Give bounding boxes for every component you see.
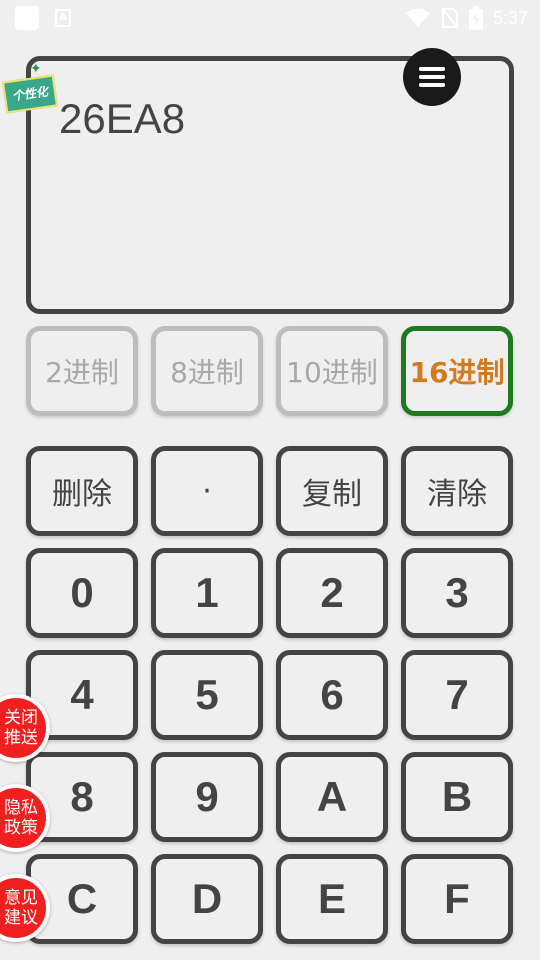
key-5[interactable]: 5 xyxy=(151,650,263,740)
key-6[interactable]: 6 xyxy=(276,650,388,740)
key-9[interactable]: 9 xyxy=(151,752,263,842)
clear-button[interactable]: 清除 xyxy=(401,446,513,536)
battery-charging-icon xyxy=(468,6,483,30)
key-3[interactable]: 3 xyxy=(401,548,513,638)
key-a[interactable]: A xyxy=(276,752,388,842)
copy-button[interactable]: 复制 xyxy=(276,446,388,536)
menu-icon xyxy=(419,63,445,91)
privacy-policy-label: 隐私 政策 xyxy=(4,798,38,838)
key-f[interactable]: F xyxy=(401,854,513,944)
display-value: 26EA8 xyxy=(59,95,186,142)
personalize-badge[interactable]: ✦ 个性化 xyxy=(2,62,58,114)
key-d[interactable]: D xyxy=(151,854,263,944)
status-time: 5:37 xyxy=(492,7,528,28)
base-10-button[interactable]: 10进制 xyxy=(276,326,388,416)
key-0[interactable]: 0 xyxy=(26,548,138,638)
notification-app-icon xyxy=(15,6,39,30)
sparkle-icon: ✦ xyxy=(30,61,42,77)
key-b[interactable]: B xyxy=(401,752,513,842)
wifi-icon xyxy=(405,8,430,27)
close-push-label: 关闭 推送 xyxy=(4,708,38,748)
key-1[interactable]: 1 xyxy=(151,548,263,638)
base-16-button[interactable]: 16进制 xyxy=(401,326,513,416)
personalize-badge-label: 个性化 xyxy=(2,74,58,114)
delete-button[interactable]: 删除 xyxy=(26,446,138,536)
base-2-button[interactable]: 2进制 xyxy=(26,326,138,416)
no-sim-icon xyxy=(441,7,459,29)
key-2[interactable]: 2 xyxy=(276,548,388,638)
key-e[interactable]: E xyxy=(276,854,388,944)
menu-button[interactable] xyxy=(403,48,461,106)
status-bar: A 5:37 xyxy=(0,0,540,36)
dot-button[interactable]: · xyxy=(151,446,263,536)
notification-a-icon: A xyxy=(55,9,71,27)
calculator-screen: A 5:37 26EA8 ✦ 个性化 2进制 8进制 10进制 16进制 删除 … xyxy=(0,0,540,960)
feedback-label: 意见 建议 xyxy=(4,888,38,928)
status-icons: 5:37 xyxy=(405,4,528,32)
key-7[interactable]: 7 xyxy=(401,650,513,740)
base-8-button[interactable]: 8进制 xyxy=(151,326,263,416)
